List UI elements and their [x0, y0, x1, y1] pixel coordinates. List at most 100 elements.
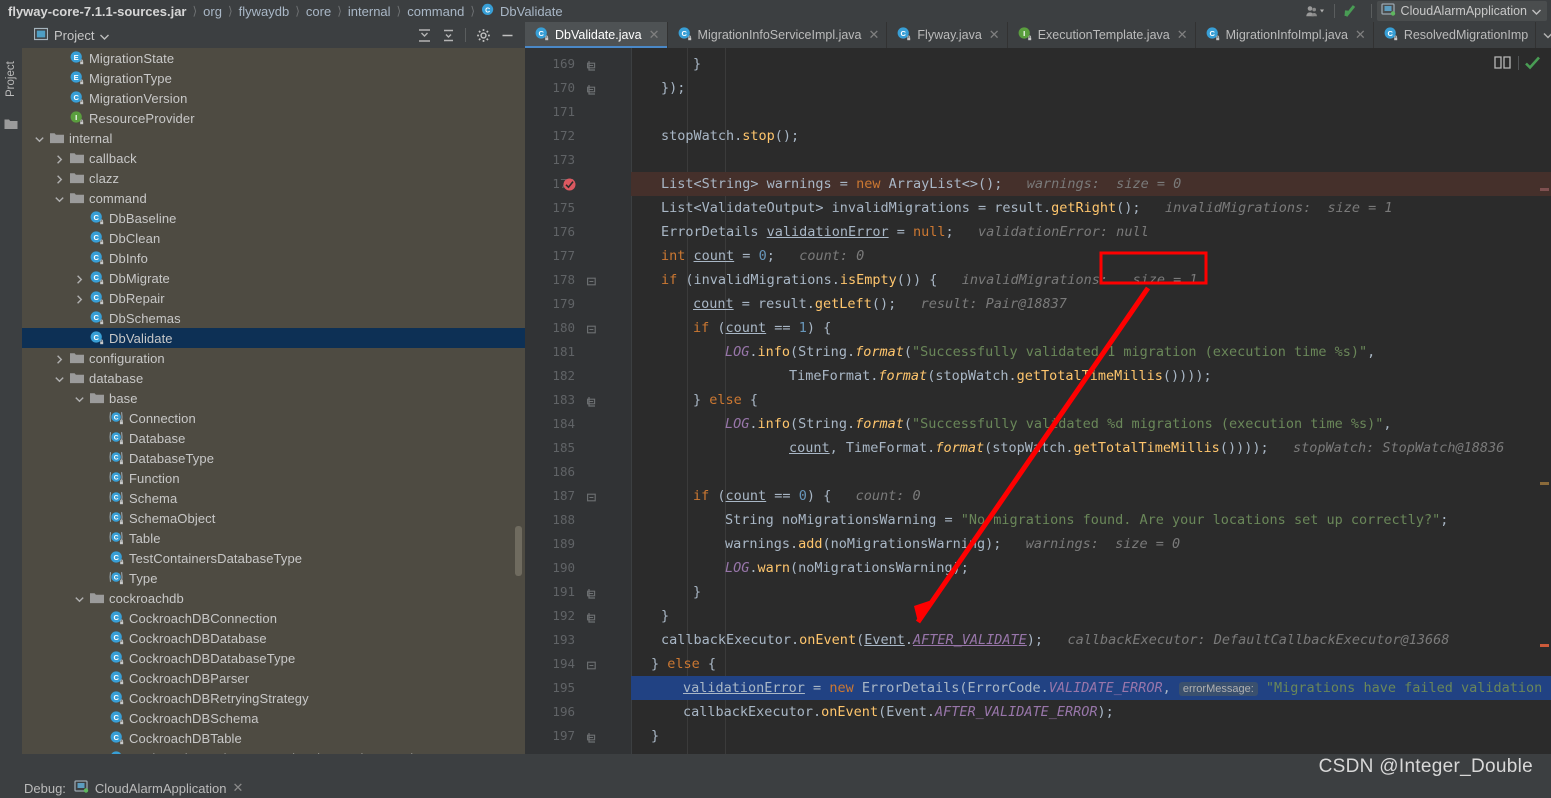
user-settings-icon[interactable] — [1303, 1, 1329, 21]
editor-tab[interactable]: CFlyway.java✕ — [887, 22, 1007, 48]
code-line[interactable]: callbackExecutor.onEvent(Event.AFTER_VAL… — [683, 700, 1114, 724]
chevron-right-icon[interactable] — [54, 353, 65, 364]
chevron-down-icon[interactable] — [34, 133, 45, 144]
editor-tab[interactable]: CResolvedMigrationImp — [1374, 22, 1536, 48]
tree-row[interactable]: CCockroachDBParser — [22, 668, 525, 688]
breadcrumb-item-command[interactable]: command — [407, 4, 464, 19]
chevron-right-icon[interactable] — [54, 173, 65, 184]
project-tree[interactable]: EMigrationStateEMigrationTypeCMigrationV… — [22, 48, 525, 754]
debug-configuration[interactable]: CloudAlarmApplication ✕ — [74, 779, 243, 797]
code-line[interactable]: LOG.warn(noMigrationsWarning); — [725, 556, 969, 580]
code-line[interactable]: callbackExecutor.onEvent(Event.AFTER_VAL… — [661, 628, 1449, 652]
breakpoint-icon[interactable] — [563, 178, 576, 191]
code-line[interactable]: if (count == 0) { count: 0 — [693, 484, 921, 508]
close-icon[interactable]: ✕ — [869, 27, 880, 43]
code-fold-toggle-icon[interactable] — [587, 611, 598, 622]
tree-row[interactable]: internal — [22, 128, 525, 148]
chevron-down-icon[interactable] — [100, 28, 109, 43]
tree-row[interactable]: CCockroachDBRetryingStrategy — [22, 688, 525, 708]
editor-gutter[interactable]: 1681691701711721731741751761771781791801… — [525, 48, 631, 754]
hide-panel-icon[interactable] — [496, 24, 518, 46]
code-line[interactable]: } — [661, 604, 669, 628]
tree-row[interactable]: database — [22, 368, 525, 388]
error-stripe-mark[interactable] — [1540, 644, 1549, 647]
chevron-right-icon[interactable] — [74, 293, 85, 304]
breadcrumb-item-jar[interactable]: flyway-core-7.1.1-sources.jar — [8, 4, 186, 19]
code-line[interactable]: } — [693, 580, 701, 604]
tree-row[interactable]: base — [22, 388, 525, 408]
sidebar-tab-project[interactable]: Project — [0, 48, 22, 110]
code-fold-toggle-icon[interactable] — [587, 59, 598, 70]
code-line[interactable]: } — [651, 724, 659, 748]
more-tabs-chevron-icon[interactable] — [1536, 22, 1551, 48]
tree-row[interactable]: CTable — [22, 528, 525, 548]
chevron-right-icon[interactable] — [74, 273, 85, 284]
tree-row[interactable]: CTestContainersDatabaseType — [22, 548, 525, 568]
checkmark-green-icon[interactable] — [1340, 1, 1366, 21]
tree-row[interactable]: CDbBaseline — [22, 208, 525, 228]
close-icon[interactable]: ✕ — [649, 27, 660, 43]
error-stripe-mark[interactable] — [1540, 188, 1549, 191]
expand-all-icon[interactable] — [437, 24, 459, 46]
code-fold-toggle-icon[interactable] — [587, 731, 598, 742]
inspection-ok-checkmark-icon[interactable] — [1524, 55, 1541, 75]
gear-icon[interactable] — [472, 24, 494, 46]
tree-row[interactable]: configuration — [22, 348, 525, 368]
tree-row[interactable]: CDbSchemas — [22, 308, 525, 328]
code-line[interactable]: count, TimeFormat.format(stopWatch.getTo… — [789, 436, 1504, 460]
code-line[interactable]: } else { — [693, 388, 758, 412]
tree-row[interactable]: CDbInfo — [22, 248, 525, 268]
tree-row[interactable]: EMigrationState — [22, 48, 525, 68]
code-fold-toggle-icon[interactable] — [587, 587, 598, 598]
chevron-down-icon[interactable] — [1532, 4, 1541, 18]
code-line[interactable]: count = result.getLeft(); result: Pair@1… — [693, 292, 1067, 316]
code-line[interactable]: if (count == 1) { — [693, 316, 831, 340]
code-line[interactable]: warnings.add(noMigrationsWarning); warni… — [725, 532, 1180, 556]
code-line[interactable]: if (invalidMigrations.isEmpty()) { inval… — [661, 268, 1198, 292]
tree-row[interactable]: CType — [22, 568, 525, 588]
tree-row[interactable]: CDbClean — [22, 228, 525, 248]
tree-row[interactable]: CDatabaseType — [22, 448, 525, 468]
tree-row[interactable]: EMigrationType — [22, 68, 525, 88]
code-fold-toggle-icon[interactable] — [587, 83, 598, 94]
code-line[interactable]: int count = 0; count: 0 — [661, 244, 864, 268]
code-line[interactable]: } — [693, 52, 701, 76]
code-line[interactable]: TimeFormat.format(stopWatch.getTotalTime… — [789, 364, 1212, 388]
breadcrumb-item-org[interactable]: org — [203, 4, 222, 19]
breadcrumb[interactable]: flyway-core-7.1.1-sources.jar ⟩ org ⟩ fl… — [0, 3, 563, 20]
tree-row[interactable]: CSchema — [22, 488, 525, 508]
breadcrumb-item-flywaydb[interactable]: flywaydb — [239, 4, 290, 19]
editor-tab-strip[interactable]: CDbValidate.java✕CMigrationInfoServiceIm… — [525, 22, 1551, 48]
code-fold-toggle-icon[interactable] — [587, 491, 598, 502]
tree-row[interactable]: CCockroachDBConnection — [22, 608, 525, 628]
close-icon[interactable]: ✕ — [1355, 27, 1366, 43]
code-content[interactable]: return Pair.of(count, invalidMigrations)… — [631, 48, 1551, 754]
editor-body[interactable]: 1681691701711721731741751761771781791801… — [525, 48, 1551, 754]
editor-tab[interactable]: CMigrationInfoImpl.java✕ — [1196, 22, 1374, 48]
debug-tool-window-tab[interactable]: Debug: CloudAlarmApplication ✕ — [0, 778, 1551, 798]
breadcrumb-item-core[interactable]: core — [306, 4, 331, 19]
tree-row[interactable]: CMigrationVersion — [22, 88, 525, 108]
code-line[interactable]: return Pair.of(count, invalidMigrations)… — [731, 48, 1064, 52]
breadcrumb-item-dbvalidate[interactable]: C DbValidate — [481, 3, 563, 20]
code-line[interactable]: LOG.info(String.format("Successfully val… — [725, 340, 1375, 364]
tree-row-selected[interactable]: CDbValidate — [22, 328, 525, 348]
code-line[interactable]: validationError = new ErrorDetails(Error… — [683, 676, 1542, 700]
close-icon[interactable]: ✕ — [989, 27, 1000, 43]
code-line[interactable]: List<String> warnings = new ArrayList<>(… — [661, 172, 1181, 196]
close-icon[interactable]: ✕ — [1177, 27, 1188, 43]
tree-row[interactable]: IResourceProvider — [22, 108, 525, 128]
code-line[interactable]: } else { — [651, 652, 716, 676]
tree-row[interactable]: callback — [22, 148, 525, 168]
tree-row[interactable]: CCockroachDBSchema — [22, 708, 525, 728]
code-line[interactable]: List<ValidateOutput> invalidMigrations =… — [661, 196, 1393, 220]
code-line[interactable]: String noMigrationsWarning = "No migrati… — [725, 508, 1448, 532]
chevron-right-icon[interactable] — [54, 153, 65, 164]
tree-row[interactable]: CFunction — [22, 468, 525, 488]
documentation-book-icon[interactable] — [1494, 55, 1511, 72]
code-line[interactable]: }); — [661, 76, 685, 100]
chevron-down-icon[interactable] — [54, 193, 65, 204]
editor-tab[interactable]: CMigrationInfoServiceImpl.java✕ — [668, 22, 888, 48]
tree-row[interactable]: CDbRepair — [22, 288, 525, 308]
breadcrumb-item-internal[interactable]: internal — [348, 4, 391, 19]
